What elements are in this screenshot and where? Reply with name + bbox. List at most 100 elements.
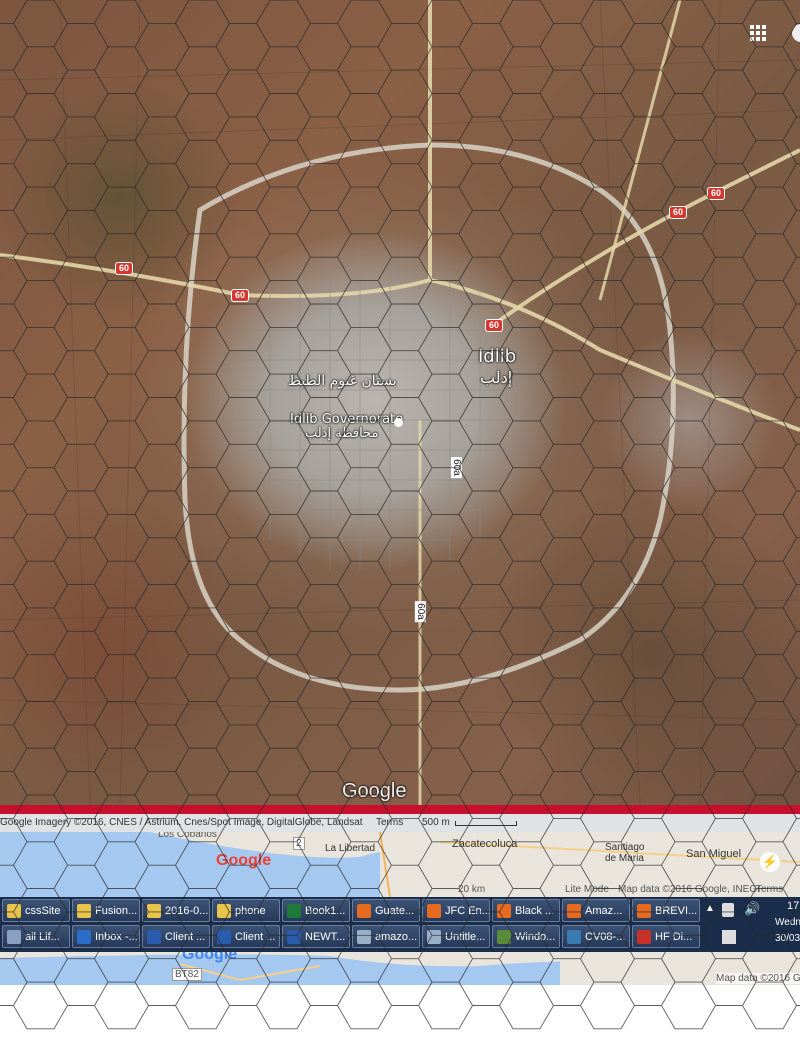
terms-link[interactable]: Terms [376, 817, 403, 828]
firefox-icon [427, 904, 441, 918]
taskbar-button[interactable]: Client ... [142, 925, 210, 948]
window-icon [567, 930, 581, 944]
place-santiago-de-maria: Santiago de Maria [605, 842, 645, 864]
firefox-icon [637, 904, 651, 918]
scale-bar [455, 821, 517, 826]
taskbar-button-label: CV08-... [585, 931, 626, 943]
road-shield-60-west: 60 [115, 262, 134, 275]
taskbar-button-label: Untitle... [445, 931, 486, 943]
taskbar-button-label: Client ... [165, 931, 206, 943]
lite-mode-label[interactable]: Lite Mode [565, 884, 609, 895]
folder-icon [217, 904, 231, 918]
network-icon[interactable] [722, 930, 736, 944]
map-data-label-lower: Map data ©2016 Go [716, 973, 800, 984]
route-shield-lower: BT82 [172, 968, 202, 981]
lightning-icon[interactable]: ⚡ [760, 852, 780, 872]
taskbar-button[interactable]: Untitle... [422, 925, 490, 948]
satellite-map[interactable]: 60 60 60 60 60 60a 60a Idlib إدلب بستان … [0, 0, 800, 805]
taskbar-button-label: 2016-0... [165, 905, 209, 917]
road-shield-60-west2: 60 [231, 289, 250, 302]
word-icon [147, 930, 161, 944]
volume-icon[interactable]: 🔊 [744, 901, 760, 917]
route-shield: 2 [293, 837, 305, 850]
taskbar-button-label: HF Di... [655, 931, 693, 943]
taskbar-button[interactable]: Windo... [492, 925, 560, 948]
excel-icon [287, 904, 301, 918]
taskbar-button[interactable]: ail Lif... [2, 925, 70, 948]
place-la-libertad: La Libertad [325, 843, 376, 854]
taskbar-button-label: BREVI... [655, 905, 698, 917]
tray-overflow-icon[interactable]: ▲ [705, 903, 715, 914]
window-icon [497, 930, 511, 944]
generic-icon [7, 930, 21, 944]
governorate-marker-icon[interactable] [394, 418, 403, 427]
map-attribution-bar: Google Imagery ©2016, CNES / Astrium, Cn… [0, 814, 800, 832]
taskbar-button[interactable]: JFC En... [422, 899, 490, 922]
firefox-icon [567, 904, 581, 918]
road-shield-60-east: 60 [669, 206, 688, 219]
taskbar-button[interactable]: Black ... [492, 899, 560, 922]
taskbar-button[interactable]: Fusion... [72, 899, 140, 922]
governorate-label-en: Idlib Governorate [290, 412, 404, 427]
city-label-en: Idlib [478, 346, 517, 367]
scale-label: 500 m [422, 817, 450, 828]
firefox-icon [497, 904, 511, 918]
word-icon [217, 930, 231, 944]
taskbar-button[interactable]: Client ... [212, 925, 280, 948]
clock-day[interactable]: Wedn [775, 917, 800, 928]
taskbar-button[interactable]: amazo... [352, 925, 420, 948]
taskbar-button-label: phone [235, 905, 266, 917]
taskbar-button-label: Book1... [305, 905, 346, 917]
governorate-label-ar: محافظة إدلب [305, 426, 379, 441]
place-zacatecoluca: Zacatecoluca [452, 838, 518, 850]
taskbar-button[interactable]: NEWT... [282, 925, 350, 948]
apps-grid-icon[interactable] [750, 25, 766, 41]
notepad-icon [357, 930, 371, 944]
folder-icon [147, 904, 161, 918]
roadmap-strip[interactable]: Los Cobanos La Libertad Zacatecoluca San… [0, 832, 800, 897]
taskbar-button[interactable]: Amaz... [562, 899, 630, 922]
district-label-ar: بستان غنوم الطيط [288, 373, 397, 389]
google-logo: Google [342, 780, 407, 802]
map-roads [0, 0, 800, 805]
taskbar-button-label: Inbox -... [95, 931, 138, 943]
taskbar-button-label: amazo... [375, 931, 418, 943]
gmap-scale: 20 km [458, 884, 486, 895]
road-shield-60-center: 60 [485, 319, 504, 332]
taskbar-button-label: Guate... [375, 905, 415, 917]
outlook-icon [77, 930, 91, 944]
gmap-terms-link[interactable]: Terms [756, 884, 783, 895]
road-label-60a-1: 60a [450, 457, 462, 478]
firefox-icon [357, 904, 371, 918]
taskbar-button[interactable]: Guate... [352, 899, 420, 922]
notepad-icon [427, 930, 441, 944]
roadmap-strip-lower[interactable]: Google BT82 Map data ©2016 Go [0, 952, 800, 985]
taskbar-button-label: cssSite [25, 905, 61, 917]
taskbar-button[interactable]: Book1... [282, 899, 350, 922]
taskbar-button-label: Fusion... [95, 905, 138, 917]
taskbar-button[interactable]: cssSite [2, 899, 70, 922]
place-los-cobanos: Los Cobanos [158, 832, 217, 840]
taskbar-button-label: Amaz... [585, 905, 623, 917]
taskbar-button[interactable]: CV08-... [562, 925, 630, 948]
battery-icon[interactable] [722, 903, 734, 917]
taskbar-button-label: Client ... [235, 931, 276, 943]
taskbar-button[interactable]: phone [212, 899, 280, 922]
windows-taskbar: cssSite Fusion... 2016-0... phone Book1... Gu… [0, 897, 800, 952]
taskbar-button[interactable]: Inbox -... [72, 925, 140, 948]
taskbar-button-label: Black ... [515, 905, 555, 917]
folder-icon [77, 904, 91, 918]
pdf-icon [637, 930, 651, 944]
gmap-google-logo: Google [216, 852, 272, 869]
attribution-text: Google Imagery ©2016, CNES / Astrium, Cn… [0, 817, 363, 828]
clock-date[interactable]: 30/03 [775, 933, 800, 944]
city-label-ar: إدلب [480, 368, 513, 387]
taskbar-button[interactable]: HF Di... [632, 925, 700, 948]
taskbar-button-label: ail Lif... [25, 931, 60, 943]
gmap2-google-logo: Google [182, 952, 238, 963]
taskbar-button[interactable]: 2016-0... [142, 899, 210, 922]
taskbar-button[interactable]: BREVI... [632, 899, 700, 922]
clock-time[interactable]: 17 [787, 900, 799, 912]
red-divider-bar [0, 805, 800, 814]
map-data-label: Map data ©2016 Google, INEGI [618, 884, 760, 895]
